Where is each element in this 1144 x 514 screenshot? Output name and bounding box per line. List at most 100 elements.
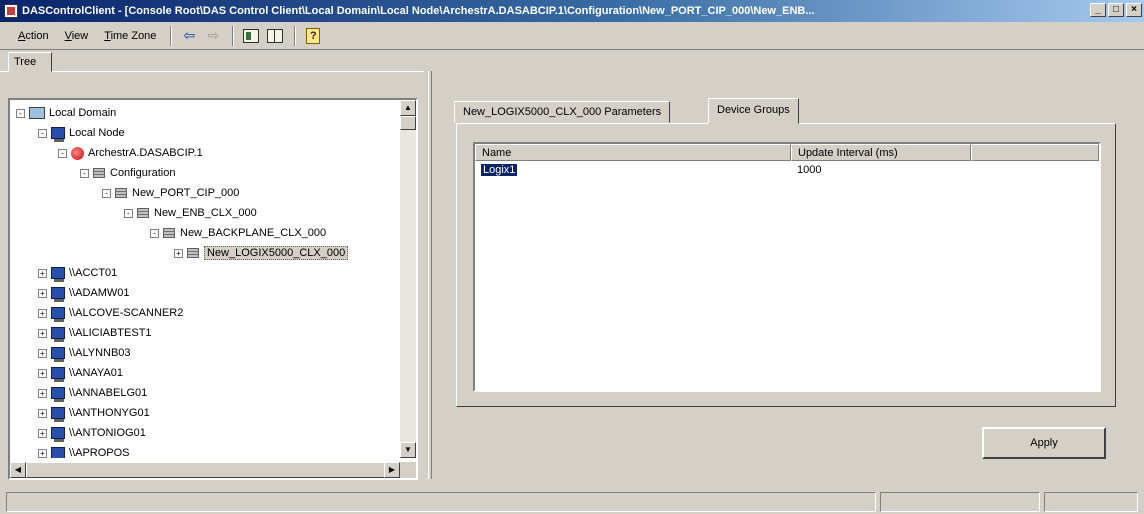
- forward-arrow-icon[interactable]: ⇨: [202, 26, 224, 46]
- tree-node-label[interactable]: New_PORT_CIP_000: [132, 187, 239, 199]
- scroll-down-icon[interactable]: ▼: [400, 442, 416, 458]
- computer-icon: [51, 287, 65, 302]
- tree-node-label[interactable]: \\ADAMW01: [69, 287, 130, 299]
- tree-node[interactable]: + \\ALICIABTEST1: [38, 324, 152, 342]
- object-icon: [71, 146, 84, 160]
- menu-time-zone[interactable]: Time Zone: [96, 30, 164, 42]
- tree-node[interactable]: + \\ANTONIOG01: [38, 424, 146, 442]
- computer-icon: [51, 307, 65, 322]
- collapse-icon[interactable]: -: [38, 128, 47, 138]
- collapse-icon[interactable]: -: [58, 148, 67, 158]
- tree-node[interactable]: - ArchestrA.DASABCIP.1: [58, 144, 203, 162]
- scroll-corner: [400, 462, 416, 478]
- apply-button[interactable]: Apply: [982, 427, 1106, 459]
- tree-node[interactable]: + \\ANTHONYG01: [38, 404, 150, 422]
- computer-icon: [51, 387, 65, 402]
- computer-icon: [51, 407, 65, 422]
- tree-node[interactable]: + \\ACCT01: [38, 264, 117, 282]
- tree-node-label[interactable]: ArchestrA.DASABCIP.1: [88, 147, 203, 159]
- computer-icon: [51, 347, 65, 362]
- scroll-left-icon[interactable]: ◀: [10, 462, 26, 478]
- tree-node[interactable]: - New_ENB_CLX_000: [124, 204, 257, 222]
- expand-icon[interactable]: +: [38, 428, 47, 438]
- tree-node[interactable]: - Local Node: [38, 124, 125, 142]
- scroll-up-icon[interactable]: ▲: [400, 100, 416, 116]
- computer-icon: [51, 327, 65, 342]
- status-cell-main: [6, 492, 876, 512]
- tree-view: - Local Domain - Local Node - ArchestrA.DASAB…: [8, 98, 418, 480]
- minimize-button[interactable]: _: [1090, 3, 1106, 17]
- tree-node[interactable]: + \\ALCOVE-SCANNER2: [38, 304, 183, 322]
- column-header-name[interactable]: Name: [475, 144, 791, 161]
- computer-icon: [51, 367, 65, 382]
- expand-icon[interactable]: +: [38, 368, 47, 378]
- computer-icon: [51, 127, 65, 142]
- tree-node[interactable]: + \\ANAYA01: [38, 364, 123, 382]
- menu-action[interactable]: Action: [10, 30, 57, 42]
- tree-node[interactable]: - Configuration: [80, 164, 175, 182]
- scroll-right-icon[interactable]: ▶: [384, 462, 400, 478]
- expand-icon[interactable]: +: [38, 408, 47, 418]
- device-group-name[interactable]: Logix1: [481, 164, 518, 176]
- expand-icon[interactable]: +: [38, 268, 47, 278]
- list-item[interactable]: Logix1 1000: [475, 162, 821, 178]
- menu-view[interactable]: View: [57, 30, 97, 42]
- tree-vertical-scrollbar[interactable]: ▲ ▼: [400, 100, 416, 458]
- window-controls: _ □ ×: [1090, 3, 1142, 17]
- tree-node[interactable]: + \\ANNABELG01: [38, 384, 147, 402]
- show-tree-button[interactable]: [264, 26, 286, 46]
- tree-node-label[interactable]: \\ALYNNB03: [69, 347, 131, 359]
- help-button[interactable]: ?: [302, 26, 324, 46]
- collapse-icon[interactable]: -: [16, 108, 25, 118]
- up-folder-button[interactable]: [240, 26, 262, 46]
- expand-icon[interactable]: +: [38, 288, 47, 298]
- tab-tree[interactable]: Tree: [8, 52, 52, 72]
- tree-horizontal-scrollbar[interactable]: ◀ ▶: [10, 462, 400, 478]
- app-icon: [4, 4, 18, 18]
- tab-parameters[interactable]: New_LOGIX5000_CLX_000 Parameters: [454, 101, 671, 123]
- tree-node[interactable]: + \\APROPOS: [38, 444, 130, 458]
- collapse-icon[interactable]: -: [80, 168, 89, 178]
- back-arrow-icon[interactable]: ⇦: [178, 26, 200, 46]
- expand-icon[interactable]: +: [38, 348, 47, 358]
- collapse-icon[interactable]: -: [102, 188, 111, 198]
- tree-node[interactable]: - New_BACKPLANE_CLX_000: [150, 224, 326, 242]
- expand-icon[interactable]: +: [174, 248, 183, 258]
- tree-node[interactable]: + \\ALYNNB03: [38, 344, 131, 362]
- collapse-icon[interactable]: -: [150, 228, 159, 238]
- tree-node-label[interactable]: \\ANNABELG01: [69, 387, 147, 399]
- expand-icon[interactable]: +: [38, 448, 47, 458]
- tree-node-label[interactable]: New_LOGIX5000_CLX_000: [204, 246, 349, 260]
- expand-icon[interactable]: +: [38, 388, 47, 398]
- tree-node-label[interactable]: \\ACCT01: [69, 267, 117, 279]
- tree-node-label[interactable]: \\ANTHONYG01: [69, 407, 150, 419]
- device-groups-panel: Name Update Interval (ms) Logix1 1000: [456, 123, 1116, 407]
- list-header: Name Update Interval (ms): [475, 144, 1099, 161]
- tree-node[interactable]: - New_PORT_CIP_000: [102, 184, 239, 202]
- scroll-thumb[interactable]: [26, 462, 386, 478]
- tree-node-label[interactable]: \\ANTONIOG01: [69, 427, 146, 439]
- tree-node-label[interactable]: \\ANAYA01: [69, 367, 123, 379]
- tree-node-label[interactable]: \\APROPOS: [69, 447, 130, 458]
- tree-node-label[interactable]: Configuration: [110, 167, 175, 179]
- tree-node-label[interactable]: \\ALCOVE-SCANNER2: [69, 307, 183, 319]
- tree-node[interactable]: + \\ADAMW01: [38, 284, 130, 302]
- tree-node-label[interactable]: New_BACKPLANE_CLX_000: [180, 227, 326, 239]
- toolbar-separator: [170, 25, 173, 46]
- tree-node-label[interactable]: \\ALICIABTEST1: [69, 327, 152, 339]
- tree-node-label[interactable]: Local Domain: [49, 107, 116, 119]
- scroll-thumb[interactable]: [400, 116, 416, 130]
- tab-device-groups[interactable]: Device Groups: [708, 98, 799, 124]
- collapse-icon[interactable]: -: [124, 208, 133, 218]
- tree-node-label[interactable]: Local Node: [69, 127, 125, 139]
- expand-icon[interactable]: +: [38, 308, 47, 318]
- close-button[interactable]: ×: [1126, 3, 1142, 17]
- tree-node-label[interactable]: New_ENB_CLX_000: [154, 207, 257, 219]
- column-header-update-interval[interactable]: Update Interval (ms): [791, 144, 971, 161]
- maximize-button[interactable]: □: [1108, 3, 1124, 17]
- tree-node[interactable]: - Local Domain: [16, 104, 116, 122]
- tree-node[interactable]: + New_LOGIX5000_CLX_000: [174, 244, 349, 262]
- folder-icon: [93, 168, 105, 178]
- expand-icon[interactable]: +: [38, 328, 47, 338]
- menu-toolbar: Action View Time Zone ⇦ ⇨ ?: [0, 22, 1144, 50]
